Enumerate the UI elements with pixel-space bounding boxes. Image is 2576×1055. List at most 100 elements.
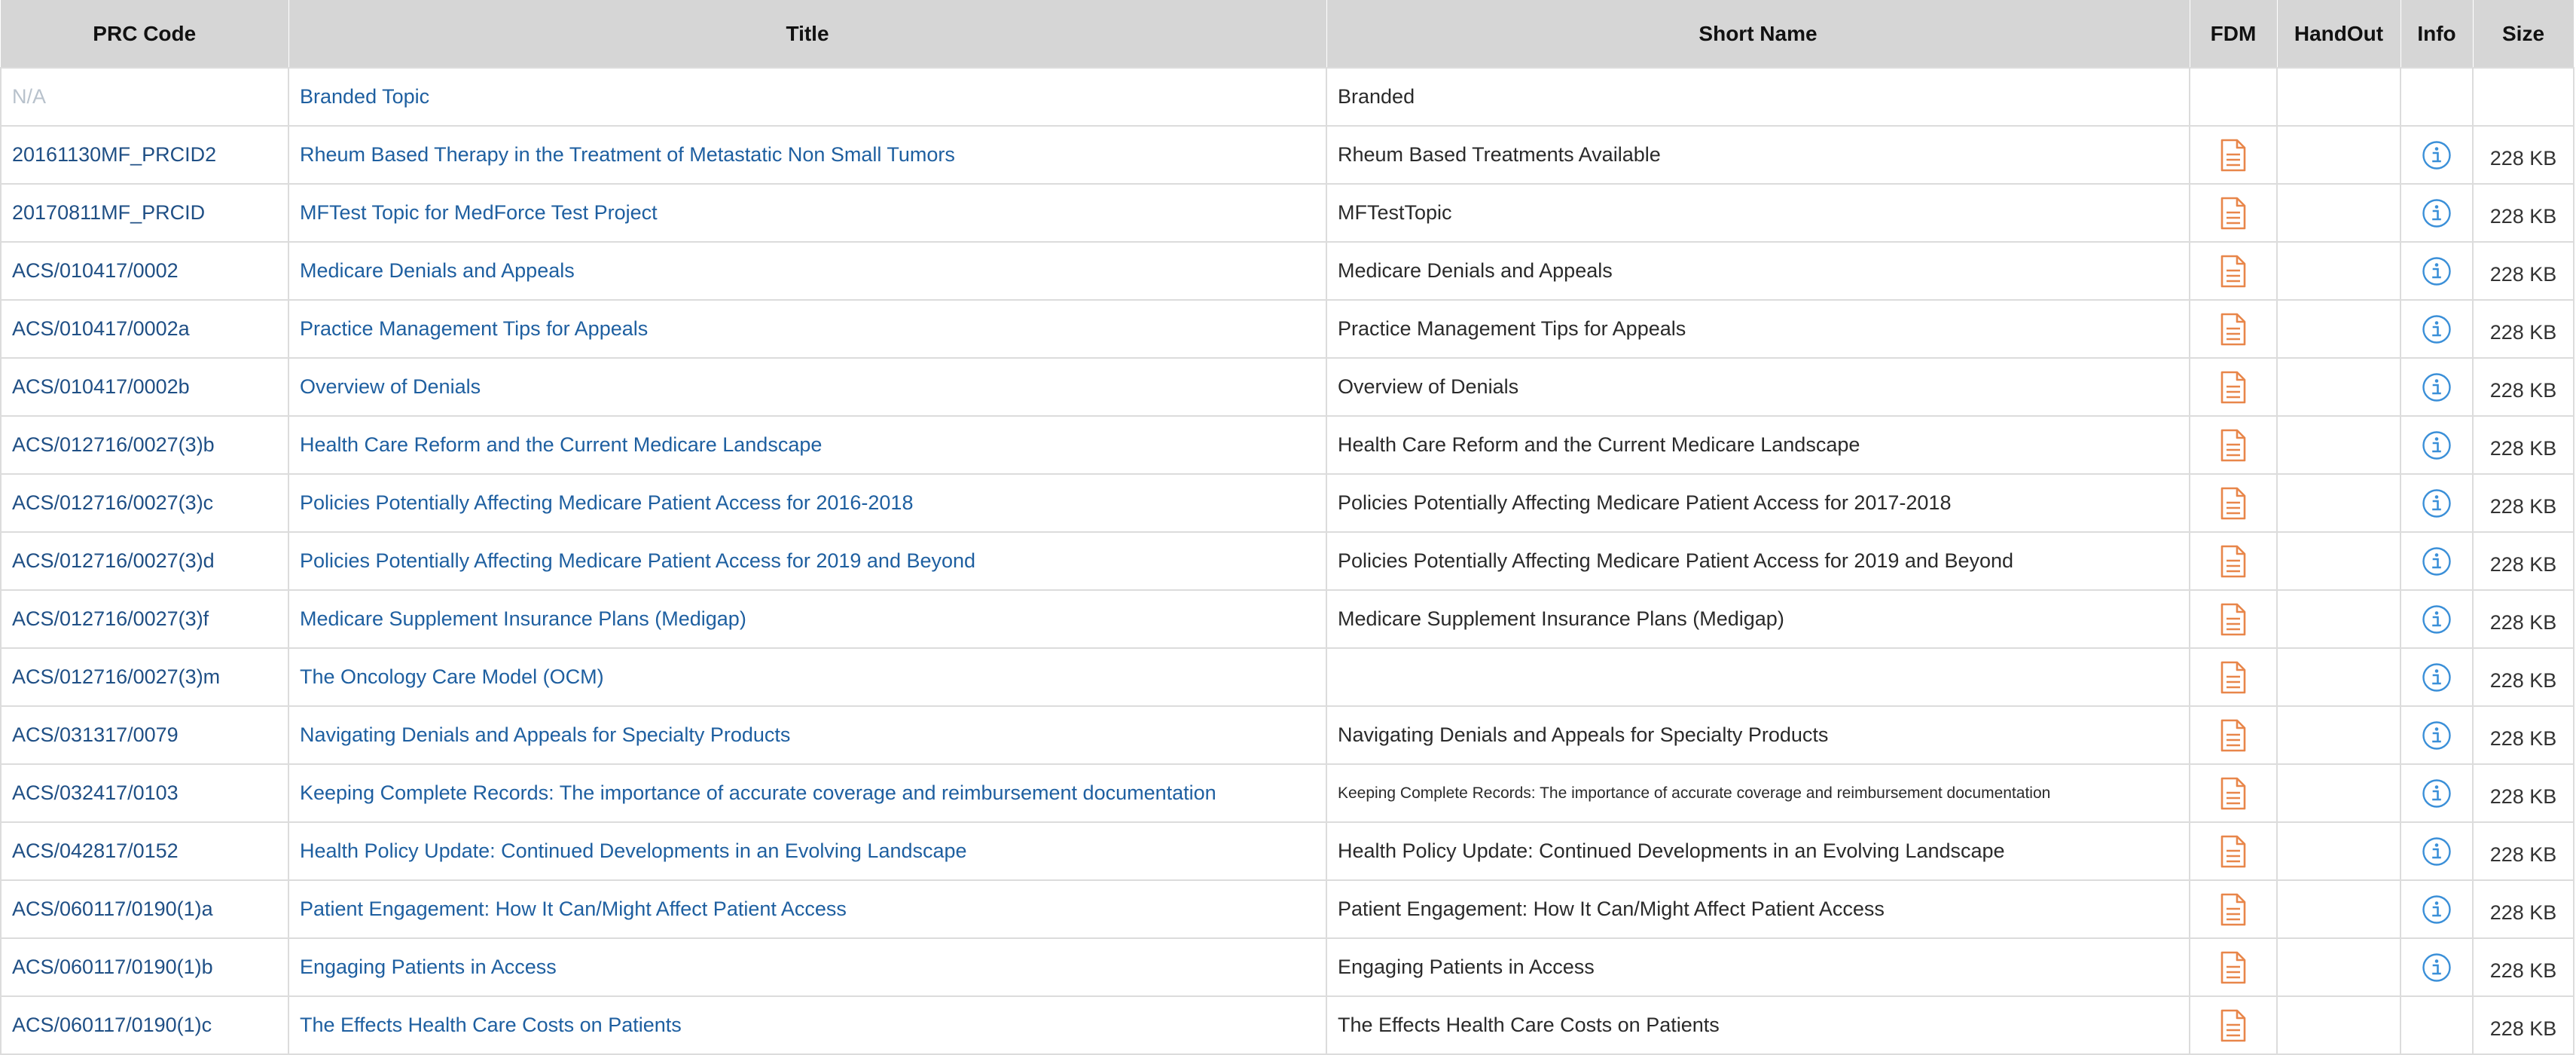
fdm-cell[interactable] — [2189, 241, 2278, 301]
table-row[interactable]: ACS/012716/0027(3)b Health Care Reform an… — [0, 415, 2574, 475]
prc-code-cell[interactable]: ACS/012716/0027(3)f — [0, 589, 289, 649]
document-icon[interactable] — [2220, 719, 2247, 752]
table-row[interactable]: 20161130MF_PRCID2 Rheum Based Therapy in … — [0, 125, 2574, 185]
header-info[interactable]: Info — [2401, 0, 2474, 68]
prc-code-cell[interactable]: ACS/060117/0190(1)a — [0, 879, 289, 939]
title-link[interactable]: Overview of Denials — [288, 357, 1327, 417]
title-link[interactable]: The Effects Health Care Costs on Patient… — [288, 995, 1327, 1055]
info-circle-icon[interactable] — [2422, 198, 2452, 228]
document-icon[interactable] — [2220, 893, 2247, 926]
info-cell[interactable] — [2400, 763, 2474, 823]
document-icon[interactable] — [2220, 603, 2247, 636]
fdm-cell[interactable] — [2189, 879, 2278, 939]
header-title[interactable]: Title — [288, 0, 1327, 68]
fdm-cell[interactable] — [2189, 299, 2278, 359]
table-row[interactable]: ACS/031317/0079 Navigating Denials and Ap… — [0, 705, 2574, 765]
title-link[interactable]: Navigating Denials and Appeals for Speci… — [288, 705, 1327, 765]
info-circle-icon[interactable] — [2422, 256, 2452, 286]
document-icon[interactable] — [2220, 313, 2247, 346]
header-fdm[interactable]: FDM — [2190, 0, 2278, 68]
title-link[interactable]: The Oncology Care Model (OCM) — [288, 647, 1327, 707]
title-link[interactable]: Policies Potentially Affecting Medicare … — [288, 473, 1327, 533]
prc-code-cell[interactable]: ACS/012716/0027(3)d — [0, 531, 289, 591]
table-row[interactable]: ACS/012716/0027(3)f Medicare Supplement I… — [0, 589, 2574, 649]
prc-code-cell[interactable]: ACS/060117/0190(1)c — [0, 995, 289, 1055]
document-icon[interactable] — [2220, 1009, 2247, 1042]
table-row[interactable]: 20170811MF_PRCID MFTest Topic for MedForc… — [0, 183, 2574, 243]
info-cell[interactable] — [2400, 589, 2474, 649]
fdm-cell[interactable] — [2189, 705, 2278, 765]
header-short-name[interactable]: Short Name — [1326, 0, 2190, 68]
title-link[interactable]: Rheum Based Therapy in the Treatment of … — [288, 125, 1327, 185]
info-circle-icon[interactable] — [2422, 836, 2452, 867]
document-icon[interactable] — [2220, 835, 2247, 868]
title-link[interactable]: Practice Management Tips for Appeals — [288, 299, 1327, 359]
fdm-cell[interactable] — [2189, 589, 2278, 649]
fdm-cell[interactable] — [2189, 357, 2278, 417]
fdm-cell[interactable] — [2189, 125, 2278, 185]
header-handout[interactable]: HandOut — [2277, 0, 2401, 68]
header-prc-code[interactable]: PRC Code — [1, 0, 289, 68]
table-row[interactable]: ACS/010417/0002b Overview of Denials Overv… — [0, 357, 2574, 417]
prc-code-cell[interactable]: ACS/012716/0027(3)m — [0, 647, 289, 707]
info-cell[interactable] — [2400, 183, 2474, 243]
document-icon[interactable] — [2220, 429, 2247, 462]
table-row[interactable]: ACS/032417/0103 Keeping Complete Records:… — [0, 763, 2574, 823]
info-circle-icon[interactable] — [2422, 488, 2452, 518]
table-row[interactable]: N/A Branded Topic Branded — [0, 67, 2574, 127]
document-icon[interactable] — [2220, 951, 2247, 984]
info-circle-icon[interactable] — [2422, 894, 2452, 925]
prc-code-cell[interactable]: ACS/032417/0103 — [0, 763, 289, 823]
info-cell[interactable] — [2400, 241, 2474, 301]
fdm-cell[interactable] — [2189, 763, 2278, 823]
document-icon[interactable] — [2220, 661, 2247, 694]
table-row[interactable]: ACS/060117/0190(1)c The Effects Health Ca… — [0, 995, 2574, 1055]
prc-code-cell[interactable]: 20170811MF_PRCID — [0, 183, 289, 243]
document-icon[interactable] — [2220, 139, 2247, 172]
info-circle-icon[interactable] — [2422, 430, 2452, 460]
prc-code-cell[interactable]: ACS/060117/0190(1)b — [0, 937, 289, 997]
title-link[interactable]: Health Care Reform and the Current Medic… — [288, 415, 1327, 475]
fdm-cell[interactable] — [2189, 937, 2278, 997]
table-row[interactable]: ACS/012716/0027(3)d Policies Potentially … — [0, 531, 2574, 591]
info-cell[interactable] — [2400, 415, 2474, 475]
fdm-cell[interactable] — [2189, 415, 2278, 475]
document-icon[interactable] — [2220, 255, 2247, 288]
info-circle-icon[interactable] — [2422, 662, 2452, 693]
document-icon[interactable] — [2220, 777, 2247, 810]
info-circle-icon[interactable] — [2422, 546, 2452, 576]
title-link[interactable]: Branded Topic — [288, 67, 1327, 127]
title-link[interactable]: Keeping Complete Records: The importance… — [288, 763, 1327, 823]
info-cell[interactable] — [2400, 357, 2474, 417]
info-circle-icon[interactable] — [2422, 604, 2452, 635]
info-cell[interactable] — [2400, 299, 2474, 359]
document-icon[interactable] — [2220, 487, 2247, 520]
header-size[interactable]: Size — [2473, 0, 2574, 68]
info-cell[interactable] — [2400, 647, 2474, 707]
title-link[interactable]: Policies Potentially Affecting Medicare … — [288, 531, 1327, 591]
prc-code-cell[interactable]: ACS/031317/0079 — [0, 705, 289, 765]
info-cell[interactable] — [2400, 473, 2474, 533]
prc-code-cell[interactable]: ACS/042817/0152 — [0, 821, 289, 881]
info-circle-icon[interactable] — [2422, 372, 2452, 402]
title-link[interactable]: Medicare Denials and Appeals — [288, 241, 1327, 301]
fdm-cell[interactable] — [2189, 531, 2278, 591]
info-cell[interactable] — [2400, 705, 2474, 765]
info-cell[interactable] — [2400, 531, 2474, 591]
table-row[interactable]: ACS/060117/0190(1)a Patient Engagement: H… — [0, 879, 2574, 939]
info-cell[interactable] — [2400, 937, 2474, 997]
table-row[interactable]: ACS/010417/0002a Practice Management Tips… — [0, 299, 2574, 359]
prc-code-cell[interactable]: ACS/012716/0027(3)c — [0, 473, 289, 533]
info-circle-icon[interactable] — [2422, 778, 2452, 809]
prc-code-cell[interactable]: ACS/012716/0027(3)b — [0, 415, 289, 475]
info-cell[interactable] — [2400, 125, 2474, 185]
prc-code-cell[interactable]: ACS/010417/0002b — [0, 357, 289, 417]
table-row[interactable]: ACS/012716/0027(3)c Policies Potentially … — [0, 473, 2574, 533]
table-row[interactable]: ACS/010417/0002 Medicare Denials and Appe… — [0, 241, 2574, 301]
fdm-cell[interactable] — [2189, 821, 2278, 881]
info-circle-icon[interactable] — [2422, 140, 2452, 170]
title-link[interactable]: Medicare Supplement Insurance Plans (Med… — [288, 589, 1327, 649]
document-icon[interactable] — [2220, 371, 2247, 404]
info-cell[interactable] — [2400, 821, 2474, 881]
info-cell[interactable] — [2400, 879, 2474, 939]
